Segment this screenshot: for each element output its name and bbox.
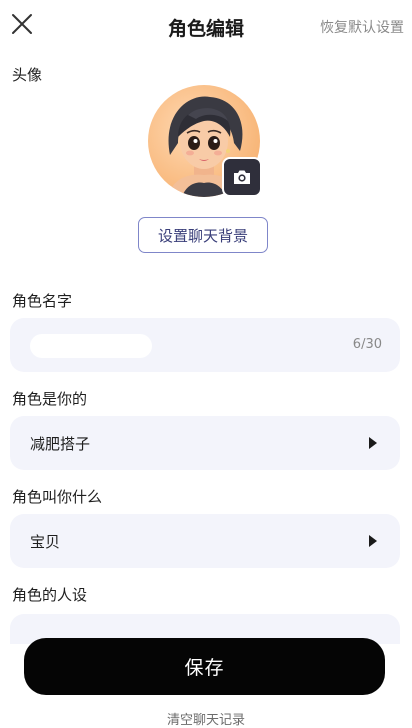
clear-chat-history-link[interactable]: 清空聊天记录 <box>0 709 412 728</box>
relation-label: 角色是你的 <box>12 390 88 408</box>
nickname-value: 宝贝 <box>30 533 61 551</box>
reset-defaults-link[interactable]: 恢复默认设置 <box>320 17 404 37</box>
header-bar: 角色编辑 恢复默认设置 <box>0 0 412 54</box>
name-label: 角色名字 <box>12 292 73 310</box>
relation-value: 减肥搭子 <box>30 435 91 453</box>
relation-select[interactable]: 减肥搭子 <box>10 416 400 470</box>
name-field[interactable]: 6/30 <box>10 318 400 372</box>
caret-right-icon <box>369 437 377 449</box>
avatar-label: 头像 <box>12 66 43 84</box>
change-avatar-button[interactable] <box>222 157 262 197</box>
nickname-label: 角色叫你什么 <box>12 488 103 506</box>
nickname-select[interactable]: 宝贝 <box>10 514 400 568</box>
name-char-count: 6/30 <box>352 337 382 352</box>
save-button[interactable]: 保存 <box>24 638 385 695</box>
camera-icon <box>234 170 250 184</box>
persona-label: 角色的人设 <box>12 586 88 604</box>
set-chat-background-button[interactable]: 设置聊天背景 <box>138 217 268 253</box>
caret-right-icon <box>369 535 377 547</box>
avatar-container[interactable] <box>148 85 262 197</box>
name-input[interactable] <box>30 334 152 358</box>
